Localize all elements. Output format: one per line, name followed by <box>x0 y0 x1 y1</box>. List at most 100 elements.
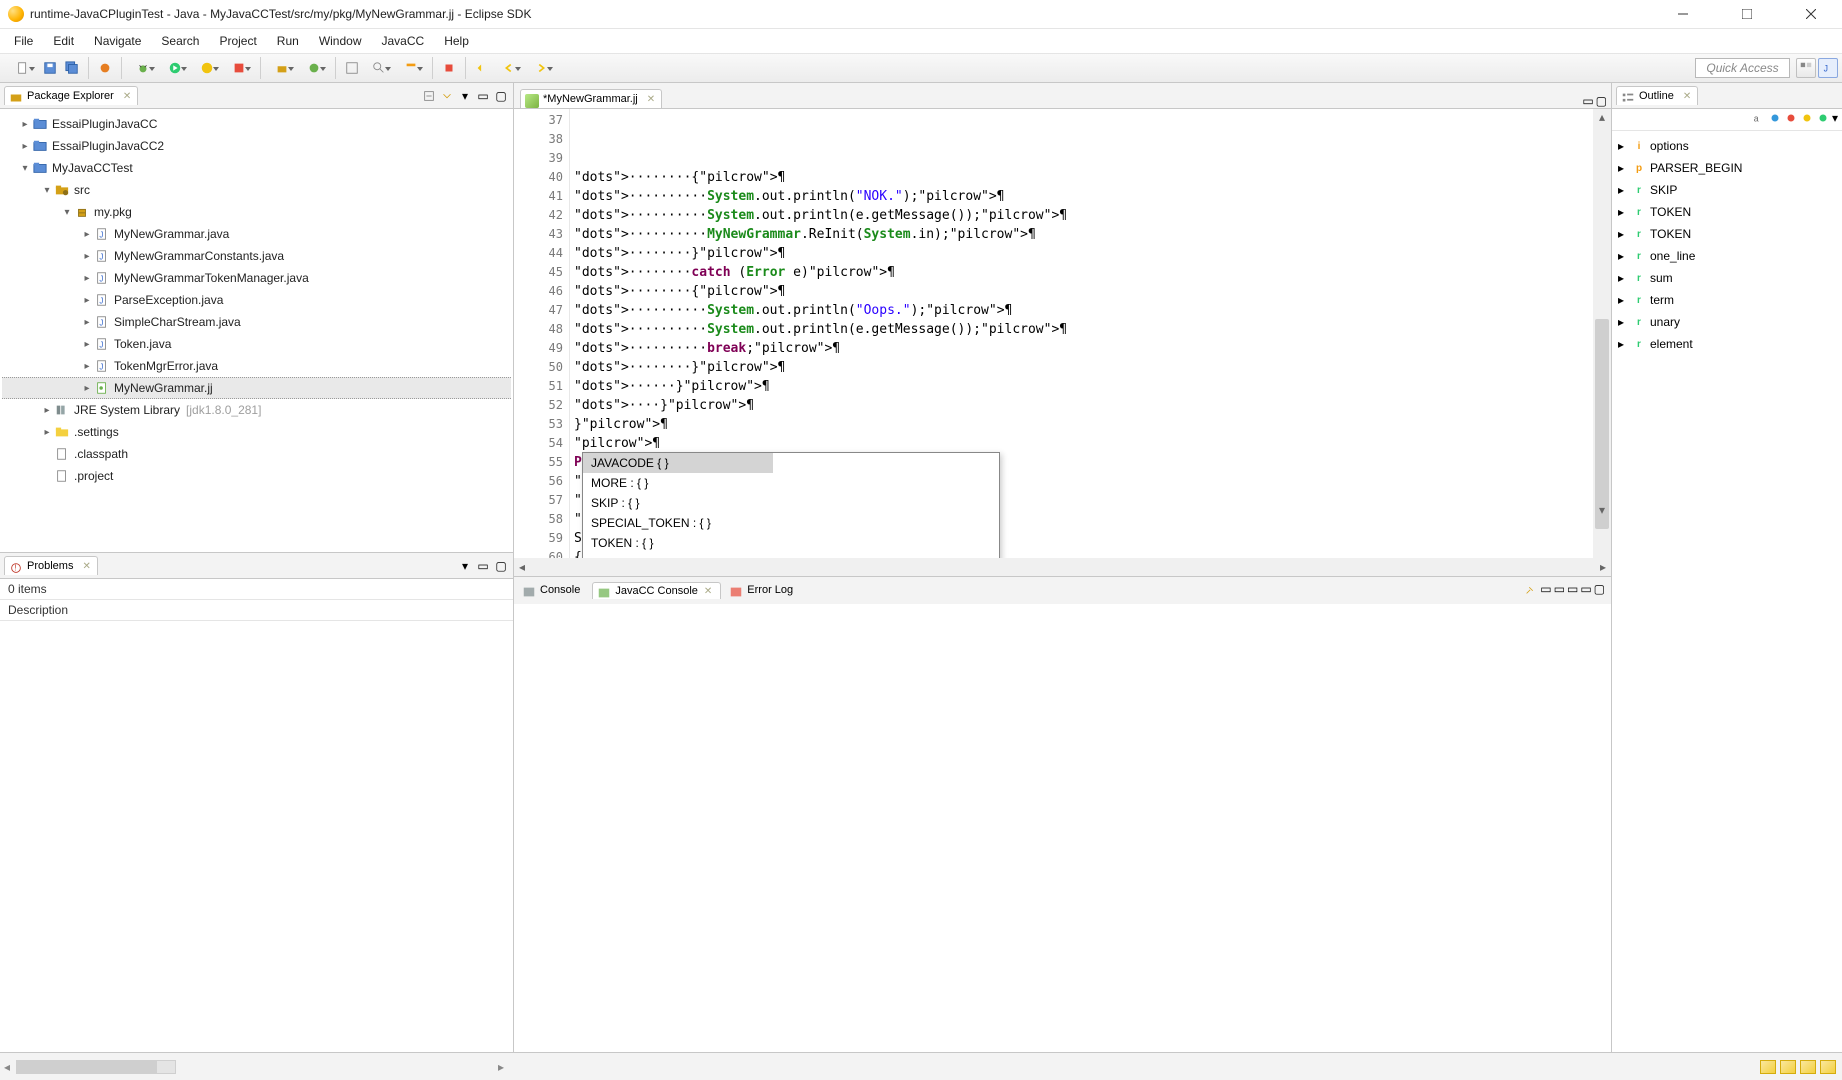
twisty-icon[interactable]: ▸ <box>1618 227 1632 241</box>
java-perspective-button[interactable]: J <box>1818 58 1838 78</box>
outline-item[interactable]: ▸rSKIP <box>1614 179 1840 201</box>
twisty-icon[interactable]: ▸ <box>1618 249 1632 263</box>
status-hscroll[interactable] <box>16 1060 176 1074</box>
outline-item[interactable]: ▸ioptions <box>1614 135 1840 157</box>
twisty-icon[interactable]: ▸ <box>80 359 94 373</box>
autocomplete-popup[interactable]: JAVACODE { }MORE : { }SKIP : { }SPECIAL_… <box>582 452 1000 558</box>
package-explorer-tree[interactable]: ▸EssaiPluginJavaCC▸EssaiPluginJavaCC2▾My… <box>0 109 513 552</box>
debug-button[interactable] <box>128 58 158 78</box>
tree-item[interactable]: ▸JMyNewGrammar.java <box>2 223 511 245</box>
scroll-left-icon[interactable]: ◂ <box>4 1060 10 1074</box>
outline-item[interactable]: ▸pPARSER_BEGIN <box>1614 157 1840 179</box>
menu-edit[interactable]: Edit <box>43 32 84 50</box>
maximize-view-button[interactable]: ▢ <box>493 558 509 574</box>
build-button[interactable] <box>95 58 115 78</box>
twisty-icon[interactable]: ▸ <box>80 271 94 285</box>
twisty-icon[interactable]: ▸ <box>18 139 32 153</box>
close-icon[interactable]: ✕ <box>1683 91 1691 102</box>
problems-description-header[interactable]: Description <box>0 599 513 621</box>
tree-item[interactable]: ▾MyJavaCCTest <box>2 157 511 179</box>
annotation-button[interactable] <box>396 58 426 78</box>
menu-help[interactable]: Help <box>434 32 479 50</box>
tree-item[interactable]: ▸.settings <box>2 421 511 443</box>
collapse-all-button[interactable] <box>421 88 437 104</box>
outline-item[interactable]: ▸rterm <box>1614 289 1840 311</box>
twisty-icon[interactable]: ▸ <box>40 425 54 439</box>
code-line[interactable]: "dots">········}"pilcrow">¶ <box>574 358 1593 377</box>
pin-console-button[interactable] <box>1524 582 1538 599</box>
horizontal-scrollbar[interactable]: ◂ ▸ <box>514 558 1611 576</box>
twisty-icon[interactable]: ▾ <box>40 183 54 197</box>
twisty-icon[interactable]: ▸ <box>1618 337 1632 351</box>
minimize-view-button[interactable]: ▭ <box>475 88 491 104</box>
tree-item[interactable]: ▸JParseException.java <box>2 289 511 311</box>
maximize-editor-button[interactable]: ▢ <box>1596 94 1607 108</box>
twisty-icon[interactable]: ▸ <box>1618 315 1632 329</box>
maximize-console-button[interactable]: ▢ <box>1594 582 1605 599</box>
twisty-icon[interactable]: ▸ <box>80 227 94 241</box>
filter-nonpublic-button[interactable] <box>1800 111 1814 128</box>
twisty-icon[interactable]: ▸ <box>80 249 94 263</box>
maximize-view-button[interactable]: ▢ <box>493 88 509 104</box>
view-menu-button[interactable]: ▾ <box>1832 111 1838 128</box>
close-icon[interactable]: ✕ <box>83 561 91 572</box>
console-tab[interactable]: Console <box>518 582 588 598</box>
back-button[interactable] <box>494 58 524 78</box>
search-button[interactable] <box>364 58 394 78</box>
open-type-button[interactable] <box>342 58 362 78</box>
sort-button[interactable]: a <box>1752 111 1766 128</box>
external-tools-button[interactable] <box>224 58 254 78</box>
display-sel-button[interactable]: ▭ <box>1540 582 1551 599</box>
tree-item[interactable]: .classpath <box>2 443 511 465</box>
twisty-icon[interactable]: ▸ <box>1618 161 1632 175</box>
twisty-icon[interactable]: ▸ <box>1618 271 1632 285</box>
menu-javacc[interactable]: JavaCC <box>372 32 435 50</box>
twisty-icon[interactable]: ▾ <box>18 161 32 175</box>
code-line[interactable]: "dots">········}"pilcrow">¶ <box>574 244 1593 263</box>
menu-run[interactable]: Run <box>267 32 309 50</box>
scroll-right-icon[interactable]: ▸ <box>178 1060 504 1074</box>
close-icon[interactable]: ✕ <box>647 94 655 105</box>
menu-file[interactable]: File <box>4 32 43 50</box>
console-tab[interactable]: Error Log <box>725 582 801 598</box>
menu-navigate[interactable]: Navigate <box>84 32 151 50</box>
tree-item[interactable]: ▸JTokenMgrError.java <box>2 355 511 377</box>
tree-item[interactable]: ▾src <box>2 179 511 201</box>
scroll-down-icon[interactable]: ▾ <box>1593 502 1611 518</box>
status-indicator-4[interactable] <box>1820 1060 1836 1074</box>
last-edit-button[interactable] <box>472 58 492 78</box>
outline-item[interactable]: ▸rone_line <box>1614 245 1840 267</box>
filter-static-button[interactable] <box>1784 111 1798 128</box>
view-menu-button[interactable]: ▾ <box>457 88 473 104</box>
run-button[interactable] <box>160 58 190 78</box>
status-indicator-1[interactable] <box>1760 1060 1776 1074</box>
menu-search[interactable]: Search <box>151 32 209 50</box>
outline-item[interactable]: ▸rTOKEN <box>1614 201 1840 223</box>
scroll-up-icon[interactable]: ▴ <box>1593 109 1611 125</box>
autocomplete-item[interactable]: MORE : { } <box>583 473 999 493</box>
minimize-view-button[interactable]: ▭ <box>475 558 491 574</box>
twisty-icon[interactable]: ▸ <box>18 117 32 131</box>
twisty-icon[interactable]: ▸ <box>40 403 54 417</box>
status-indicator-3[interactable] <box>1800 1060 1816 1074</box>
code-line[interactable]: "dots">··········System.out.println("NOK… <box>574 187 1593 206</box>
autocomplete-item[interactable]: SKIP : { } <box>583 493 999 513</box>
code-line[interactable]: "dots">····}"pilcrow">¶ <box>574 396 1593 415</box>
code-line[interactable]: "dots">··········break;"pilcrow">¶ <box>574 339 1593 358</box>
status-indicator-2[interactable] <box>1780 1060 1796 1074</box>
twisty-icon[interactable]: ▸ <box>80 293 94 307</box>
vertical-scrollbar[interactable]: ▴ ▾ <box>1593 109 1611 558</box>
twisty-icon[interactable]: ▸ <box>80 315 94 329</box>
view-menu-button[interactable]: ▾ <box>457 558 473 574</box>
link-editor-button[interactable] <box>439 88 455 104</box>
scroll-right-icon[interactable]: ▸ <box>1595 560 1611 574</box>
quick-access-field[interactable]: Quick Access <box>1695 58 1790 78</box>
code-line[interactable]: "dots">··········System.out.println(e.ge… <box>574 320 1593 339</box>
twisty-icon[interactable]: ▸ <box>1618 293 1632 307</box>
code-line[interactable]: "dots">········{"pilcrow">¶ <box>574 282 1593 301</box>
minimize-editor-button[interactable]: ▭ <box>1582 94 1593 108</box>
scroll-left-icon[interactable]: ◂ <box>514 560 530 574</box>
stop-button[interactable] <box>439 58 459 78</box>
save-all-button[interactable] <box>62 58 82 78</box>
autocomplete-item[interactable]: TOKEN : { } <box>583 533 999 553</box>
